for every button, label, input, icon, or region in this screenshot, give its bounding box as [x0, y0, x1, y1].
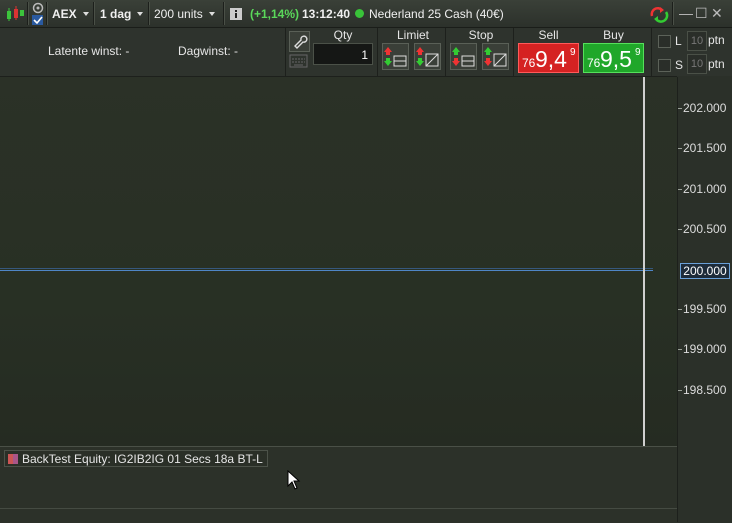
maximize-icon[interactable]: ☐ [695, 5, 708, 21]
units-label: 200 units [154, 6, 203, 21]
timeframe-selector[interactable]: 1 dag [100, 0, 144, 27]
instrument-label: AEX [52, 6, 77, 21]
chart-area[interactable] [0, 77, 677, 446]
sell-price-main: 9,4 [535, 46, 567, 72]
buy-price-prefix: 76 [587, 56, 601, 70]
current-value-label: 200.000 [680, 263, 730, 279]
units-selector[interactable]: 200 units [154, 0, 215, 27]
limit-header: Limiet [396, 28, 429, 42]
latent-profit-label: Latente winst: [48, 44, 123, 58]
tick-mark [678, 229, 682, 230]
chevron-down-icon [208, 11, 215, 16]
buy-price-main: 9,5 [600, 46, 632, 72]
daily-profit: Dagwinst: - [178, 44, 238, 58]
long-ptn-label: ptn [708, 33, 725, 47]
buy-button[interactable]: 76 9,5 9 [583, 43, 644, 73]
long-ptn-input[interactable]: 10 [687, 31, 707, 51]
latent-profit: Latente winst: - [48, 44, 129, 58]
market-open-icon [355, 9, 364, 18]
tick-label: 201.500 [683, 141, 727, 155]
instrument-selector[interactable]: AEX [52, 0, 89, 27]
daily-profit-value: - [234, 44, 239, 58]
refresh-icon[interactable] [648, 0, 670, 27]
buy-price-suffix: 9 [635, 47, 641, 58]
tick-mark [678, 108, 682, 109]
indicator-panel[interactable]: BackTest Equity: IG2IB2IG 01 Secs 18a BT… [0, 446, 677, 523]
stop-sell-button[interactable] [482, 43, 509, 70]
divider [0, 508, 677, 509]
tick-mark [678, 390, 682, 391]
tick-mark [678, 189, 682, 190]
tick-label: 199.000 [683, 342, 727, 356]
daily-profit-label: Dagwinst: [178, 44, 231, 58]
long-checkbox[interactable] [658, 35, 671, 48]
change-percent: (+1,14%) [250, 6, 300, 21]
sell-header: Sell [538, 28, 559, 42]
long-label: L [675, 34, 682, 48]
indicator-label: BackTest Equity: IG2IB2IG 01 Secs 18a BT… [22, 451, 263, 466]
limit-sell-button[interactable] [414, 43, 441, 70]
tick-mark [678, 148, 682, 149]
tick-mark [678, 309, 682, 310]
candlestick-icon[interactable] [5, 0, 25, 27]
indicator-legend[interactable]: BackTest Equity: IG2IB2IG 01 Secs 18a BT… [4, 450, 268, 467]
mouse-pointer-icon [287, 469, 301, 495]
short-ptn-input[interactable]: 10 [687, 54, 707, 74]
sell-price-prefix: 76 [522, 56, 536, 70]
equity-line-shadow [0, 268, 653, 269]
short-label: S [675, 58, 684, 72]
latent-profit-value: - [125, 44, 130, 58]
qty-header: Qty [333, 28, 353, 42]
stop-header: Stop [468, 28, 494, 42]
limit-buy-button[interactable] [382, 43, 409, 70]
info-icon[interactable] [230, 0, 242, 27]
tick-label: 200.500 [683, 222, 727, 236]
short-checkbox[interactable] [658, 59, 671, 72]
stop-buy-button[interactable] [450, 43, 477, 70]
tick-mark [678, 349, 682, 350]
tick-label: 202.000 [683, 101, 727, 115]
short-ptn-label: ptn [708, 57, 725, 71]
price-axis[interactable]: 202.000 201.500 201.000 200.500 200.000 … [677, 77, 732, 522]
tick-label: 199.500 [683, 302, 727, 316]
clock-time: 13:12:40 [302, 6, 351, 21]
sell-price-suffix: 9 [570, 47, 576, 58]
qty-input[interactable]: 1 [313, 43, 373, 65]
indicator-color-swatch [8, 453, 18, 464]
buy-header: Buy [603, 28, 624, 42]
trading-toolbar: Latente winst: - Dagwinst: - Qty 1 Limie… [0, 28, 677, 77]
equity-line [0, 270, 653, 271]
minimize-icon[interactable]: — [679, 5, 693, 21]
top-toolbar: AEX 1 dag 200 units (+1,14%) 13:12:40 Ne… [0, 0, 732, 28]
timeframe-label: 1 dag [100, 6, 132, 21]
cursor-vertical-line[interactable] [643, 77, 645, 446]
sell-button[interactable]: 76 9,4 9 [518, 43, 579, 73]
close-icon[interactable]: ✕ [711, 5, 723, 21]
chevron-down-icon [82, 11, 89, 16]
chevron-down-icon [137, 11, 144, 16]
settings-check-icon[interactable] [31, 0, 45, 27]
wrench-icon[interactable] [289, 31, 310, 52]
position-panel: L 10 ptn S 10 ptn [651, 28, 732, 76]
market-status: Nederland 25 Cash (40€) [355, 0, 504, 27]
tick-label: 198.500 [683, 383, 727, 397]
tick-label: 201.000 [683, 182, 727, 196]
market-name: Nederland 25 Cash (40€) [369, 6, 504, 21]
keyboard-icon[interactable] [289, 53, 308, 69]
